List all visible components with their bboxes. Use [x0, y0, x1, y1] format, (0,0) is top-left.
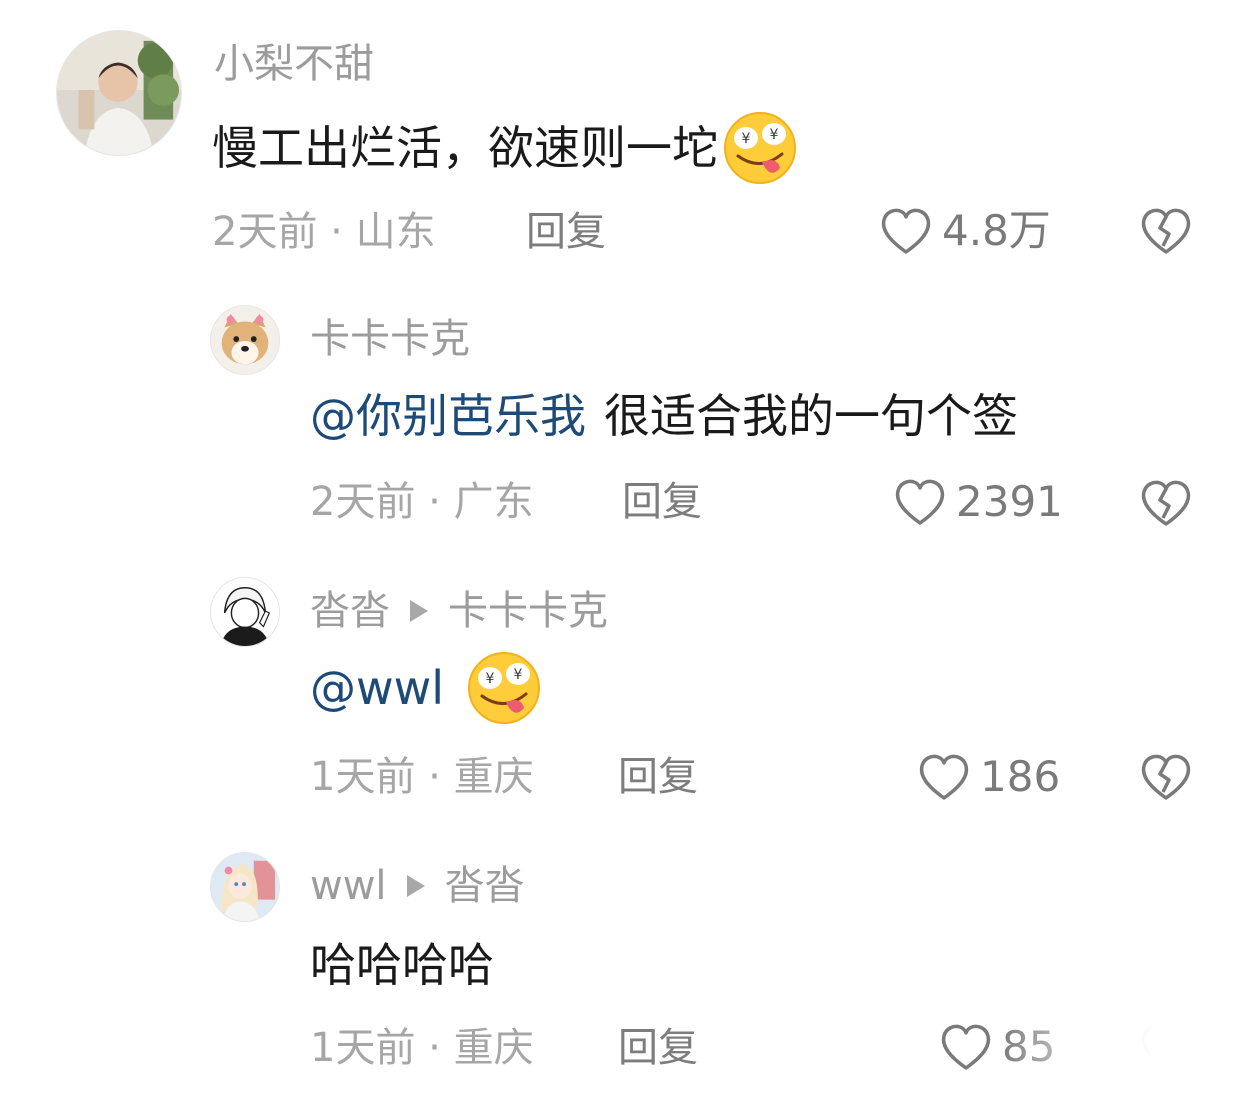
comment-meta: 1天前 · 重庆: [310, 1023, 534, 1073]
reply-label[interactable]: 回复: [618, 754, 698, 800]
broken-heart-icon[interactable]: [1138, 476, 1194, 528]
time-location: 2天前 · 广东: [310, 479, 534, 525]
like-count: 2391: [956, 477, 1063, 526]
comment-thread: 小梨不甜 慢工出烂活，欲速则一坨 ¥ ¥ 2天前 · 山东 回复 4.8万 卡卡…: [0, 0, 1260, 1100]
reply-button[interactable]: 回复: [618, 1023, 698, 1073]
username[interactable]: wwl 沓沓: [310, 862, 525, 910]
reply-button[interactable]: 回复: [622, 477, 702, 527]
like-count: 4.8万: [942, 206, 1051, 255]
username-text[interactable]: 小梨不甜: [214, 40, 374, 88]
like-button[interactable]: 186: [916, 752, 1060, 802]
broken-heart-icon[interactable]: [1138, 204, 1194, 256]
comment-text: @wwl ¥ ¥: [310, 650, 542, 726]
dislike-button[interactable]: [1138, 204, 1194, 256]
reply-button[interactable]: 回复: [526, 207, 606, 257]
mention-link[interactable]: @wwl: [310, 658, 444, 718]
dislike-button[interactable]: [1138, 476, 1194, 528]
reply-to-username[interactable]: 沓沓: [445, 862, 525, 910]
avatar[interactable]: [210, 577, 280, 647]
comment-meta: 2天前 · 广东: [310, 477, 534, 527]
time-location: 1天前 · 重庆: [310, 1025, 534, 1071]
broken-heart-icon[interactable]: [1138, 750, 1194, 802]
like-button[interactable]: 2391: [892, 477, 1063, 527]
reply-button[interactable]: 回复: [618, 752, 698, 802]
mention-link[interactable]: @你别芭乐我: [310, 386, 586, 446]
avatar[interactable]: [210, 305, 280, 375]
username-text[interactable]: 沓沓: [310, 587, 390, 635]
money-eyes-tongue-emoji: ¥ ¥: [722, 110, 798, 186]
time-location: 2天前 · 山东: [212, 209, 436, 255]
comment-text: 慢工出烂活，欲速则一坨 ¥ ¥: [212, 110, 798, 186]
watermark-fade: [1000, 1015, 1260, 1100]
comment-body: 很适合我的一句个签: [604, 389, 1018, 443]
avatar[interactable]: [56, 30, 182, 156]
comment-meta: 2天前 · 山东: [212, 207, 436, 257]
svg-text:¥: ¥: [486, 671, 495, 687]
svg-text:¥: ¥: [770, 127, 779, 143]
comment-body: 哈哈哈哈: [310, 938, 494, 992]
username[interactable]: 沓沓 卡卡卡克: [310, 587, 608, 635]
heart-outline-icon[interactable]: [938, 1022, 994, 1072]
username-text[interactable]: 卡卡卡克: [310, 315, 470, 363]
money-eyes-tongue-emoji: ¥ ¥: [466, 650, 542, 726]
comment-text: 哈哈哈哈: [310, 935, 494, 995]
avatar[interactable]: [210, 852, 280, 922]
time-location: 1天前 · 重庆: [310, 754, 534, 800]
triangle-right-icon: [410, 600, 428, 622]
triangle-right-icon: [406, 875, 425, 897]
username-text[interactable]: wwl: [310, 862, 387, 910]
like-count: 186: [980, 752, 1061, 801]
reply-label[interactable]: 回复: [618, 1025, 698, 1071]
reply-label[interactable]: 回复: [526, 209, 606, 255]
dislike-button[interactable]: [1138, 750, 1194, 802]
comment-body: 慢工出烂活，欲速则一坨: [212, 121, 718, 175]
heart-outline-icon[interactable]: [892, 477, 948, 527]
reply-label[interactable]: 回复: [622, 479, 702, 525]
username[interactable]: 小梨不甜: [214, 40, 374, 88]
heart-outline-icon[interactable]: [916, 752, 972, 802]
like-button[interactable]: 4.8万: [878, 206, 1051, 256]
svg-text:¥: ¥: [742, 131, 751, 147]
comment-text: @你别芭乐我 很适合我的一句个签: [310, 386, 1018, 446]
heart-outline-icon[interactable]: [878, 206, 934, 256]
reply-to-username[interactable]: 卡卡卡克: [448, 587, 608, 635]
username[interactable]: 卡卡卡克: [310, 315, 470, 363]
svg-text:¥: ¥: [514, 667, 523, 683]
comment-meta: 1天前 · 重庆: [310, 752, 534, 802]
